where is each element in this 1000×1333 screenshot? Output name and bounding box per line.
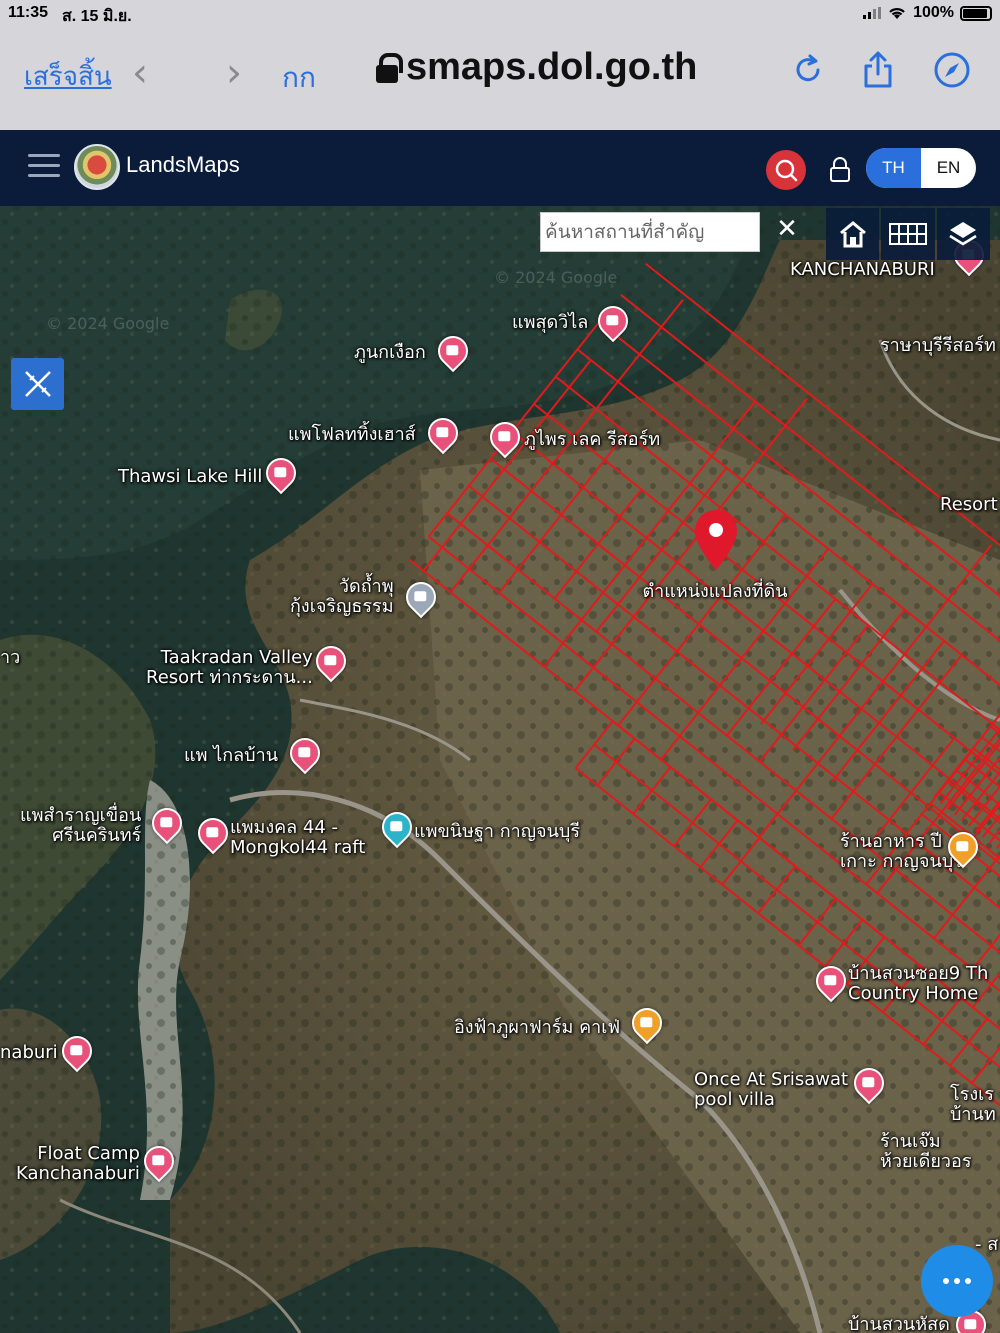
share-icon[interactable] <box>858 50 898 90</box>
place-label[interactable]: แพขนิษฐา กาญจนบุรี <box>414 822 580 842</box>
layers-icon <box>949 222 977 246</box>
back-icon[interactable]: ‹ <box>132 50 148 96</box>
place-label[interactable]: ภูนกเงือก <box>354 343 426 363</box>
ios-status-bar: 11:35 ส. 15 มิ.ย. 100% <box>0 0 1000 28</box>
app-name: LandsMaps <box>126 152 240 177</box>
lock-icon <box>376 52 403 83</box>
language-toggle[interactable]: TH EN <box>866 148 976 188</box>
place-label[interactable]: ภูไพร เลค รีสอร์ท <box>524 430 660 450</box>
place-label[interactable]: Once At Srisawat pool villa <box>694 1070 848 1110</box>
map-toolbar <box>826 208 990 260</box>
place-label[interactable]: ราษาบุรีรีสอร์ท <box>880 336 996 356</box>
lang-en-option[interactable]: EN <box>921 148 976 188</box>
place-label[interactable]: วัดถ้ำพุ กุ้งเจริญธรรม <box>290 577 394 617</box>
parcel-location-pin[interactable] <box>692 508 740 572</box>
grid-icon <box>888 223 927 245</box>
clear-search-button[interactable]: ✕ <box>770 212 804 246</box>
place-label[interactable]: แพสุดวิไล <box>512 313 588 333</box>
place-label[interactable]: Thawsi Lake Hill <box>118 467 262 487</box>
status-time: 11:35 <box>8 4 49 21</box>
url-text: smaps.dol.go.th <box>406 46 698 88</box>
menu-icon[interactable] <box>28 154 60 180</box>
place-label[interactable]: ร้านอาหาร ปี เกาะ กาญจนบุรี <box>840 832 963 872</box>
place-label[interactable]: อิงฟ้าภูผาฟาร์ม คาเฟ่ <box>454 1018 620 1038</box>
place-label[interactable]: บ้านสวนซอย9 Th Country Home <box>848 964 988 1004</box>
home-button[interactable] <box>826 208 880 260</box>
text-size-button[interactable]: กก <box>282 56 316 100</box>
place-label[interactable]: โรงเร บ้านท <box>950 1085 996 1125</box>
map-watermark: © 2024 Google <box>494 268 618 287</box>
place-label[interactable]: แพสำราญเขื่อน ศรีนครินทร์ <box>20 806 141 846</box>
battery-percent: 100% <box>913 4 954 21</box>
place-label[interactable]: KANCHANABURI <box>790 260 935 280</box>
place-label[interactable]: ร้านเจ๊ม ห้วยเดียวอร <box>880 1132 972 1172</box>
safari-toolbar: เสร็จสิ้น ‹ › กก smaps.dol.go.th <box>0 28 1000 130</box>
grid-button[interactable] <box>881 208 935 260</box>
reload-icon[interactable] <box>788 50 828 90</box>
place-label[interactable]: แพ ไกลบ้าน <box>184 746 278 766</box>
done-button[interactable]: เสร็จสิ้น <box>24 56 112 97</box>
ruler-pencil-icon <box>24 371 51 397</box>
app-logo <box>74 144 120 190</box>
status-indicators: 100% <box>863 4 992 22</box>
screen: 11:35 ส. 15 มิ.ย. 100% เสร็จสิ้น ‹ › กก … <box>0 0 1000 1333</box>
map-watermark-2: © 2024 Google <box>46 314 170 333</box>
place-label[interactable]: แพโฟลททิ้งเฮาส์ <box>288 425 416 445</box>
compass-icon[interactable] <box>932 50 972 90</box>
place-label[interactable]: naburi <box>0 1043 58 1063</box>
forward-icon[interactable]: › <box>226 50 242 96</box>
search-button[interactable] <box>766 150 806 190</box>
address-bar[interactable]: smaps.dol.go.th <box>376 46 697 89</box>
battery-icon <box>960 5 992 21</box>
signal-icon <box>863 7 882 19</box>
status-date: ส. 15 มิ.ย. <box>62 8 132 25</box>
place-label[interactable]: Resort <box>940 495 998 515</box>
wifi-icon <box>889 8 905 19</box>
place-label[interactable]: แพมงคล 44 - Mongkol44 raft <box>230 818 365 858</box>
more-options-button[interactable] <box>921 1245 993 1317</box>
home-icon <box>839 221 866 248</box>
parcel-pin-label: ตำแหน่งแปลงที่ดิน <box>642 581 788 602</box>
layers-button[interactable] <box>936 208 990 260</box>
place-label[interactable]: Taakradan Valley Resort ท่ากระดาน... <box>146 648 313 688</box>
place-search-input[interactable] <box>540 212 760 252</box>
place-label[interactable]: าว <box>0 648 20 668</box>
place-label[interactable]: Float Camp Kanchanaburi <box>16 1144 140 1184</box>
search-icon <box>775 159 798 182</box>
lang-th-option[interactable]: TH <box>866 148 921 188</box>
place-label[interactable]: บ้านสวนหัสด <box>848 1315 950 1333</box>
draw-tool-button[interactable] <box>11 358 64 410</box>
padlock-icon[interactable] <box>826 155 854 185</box>
